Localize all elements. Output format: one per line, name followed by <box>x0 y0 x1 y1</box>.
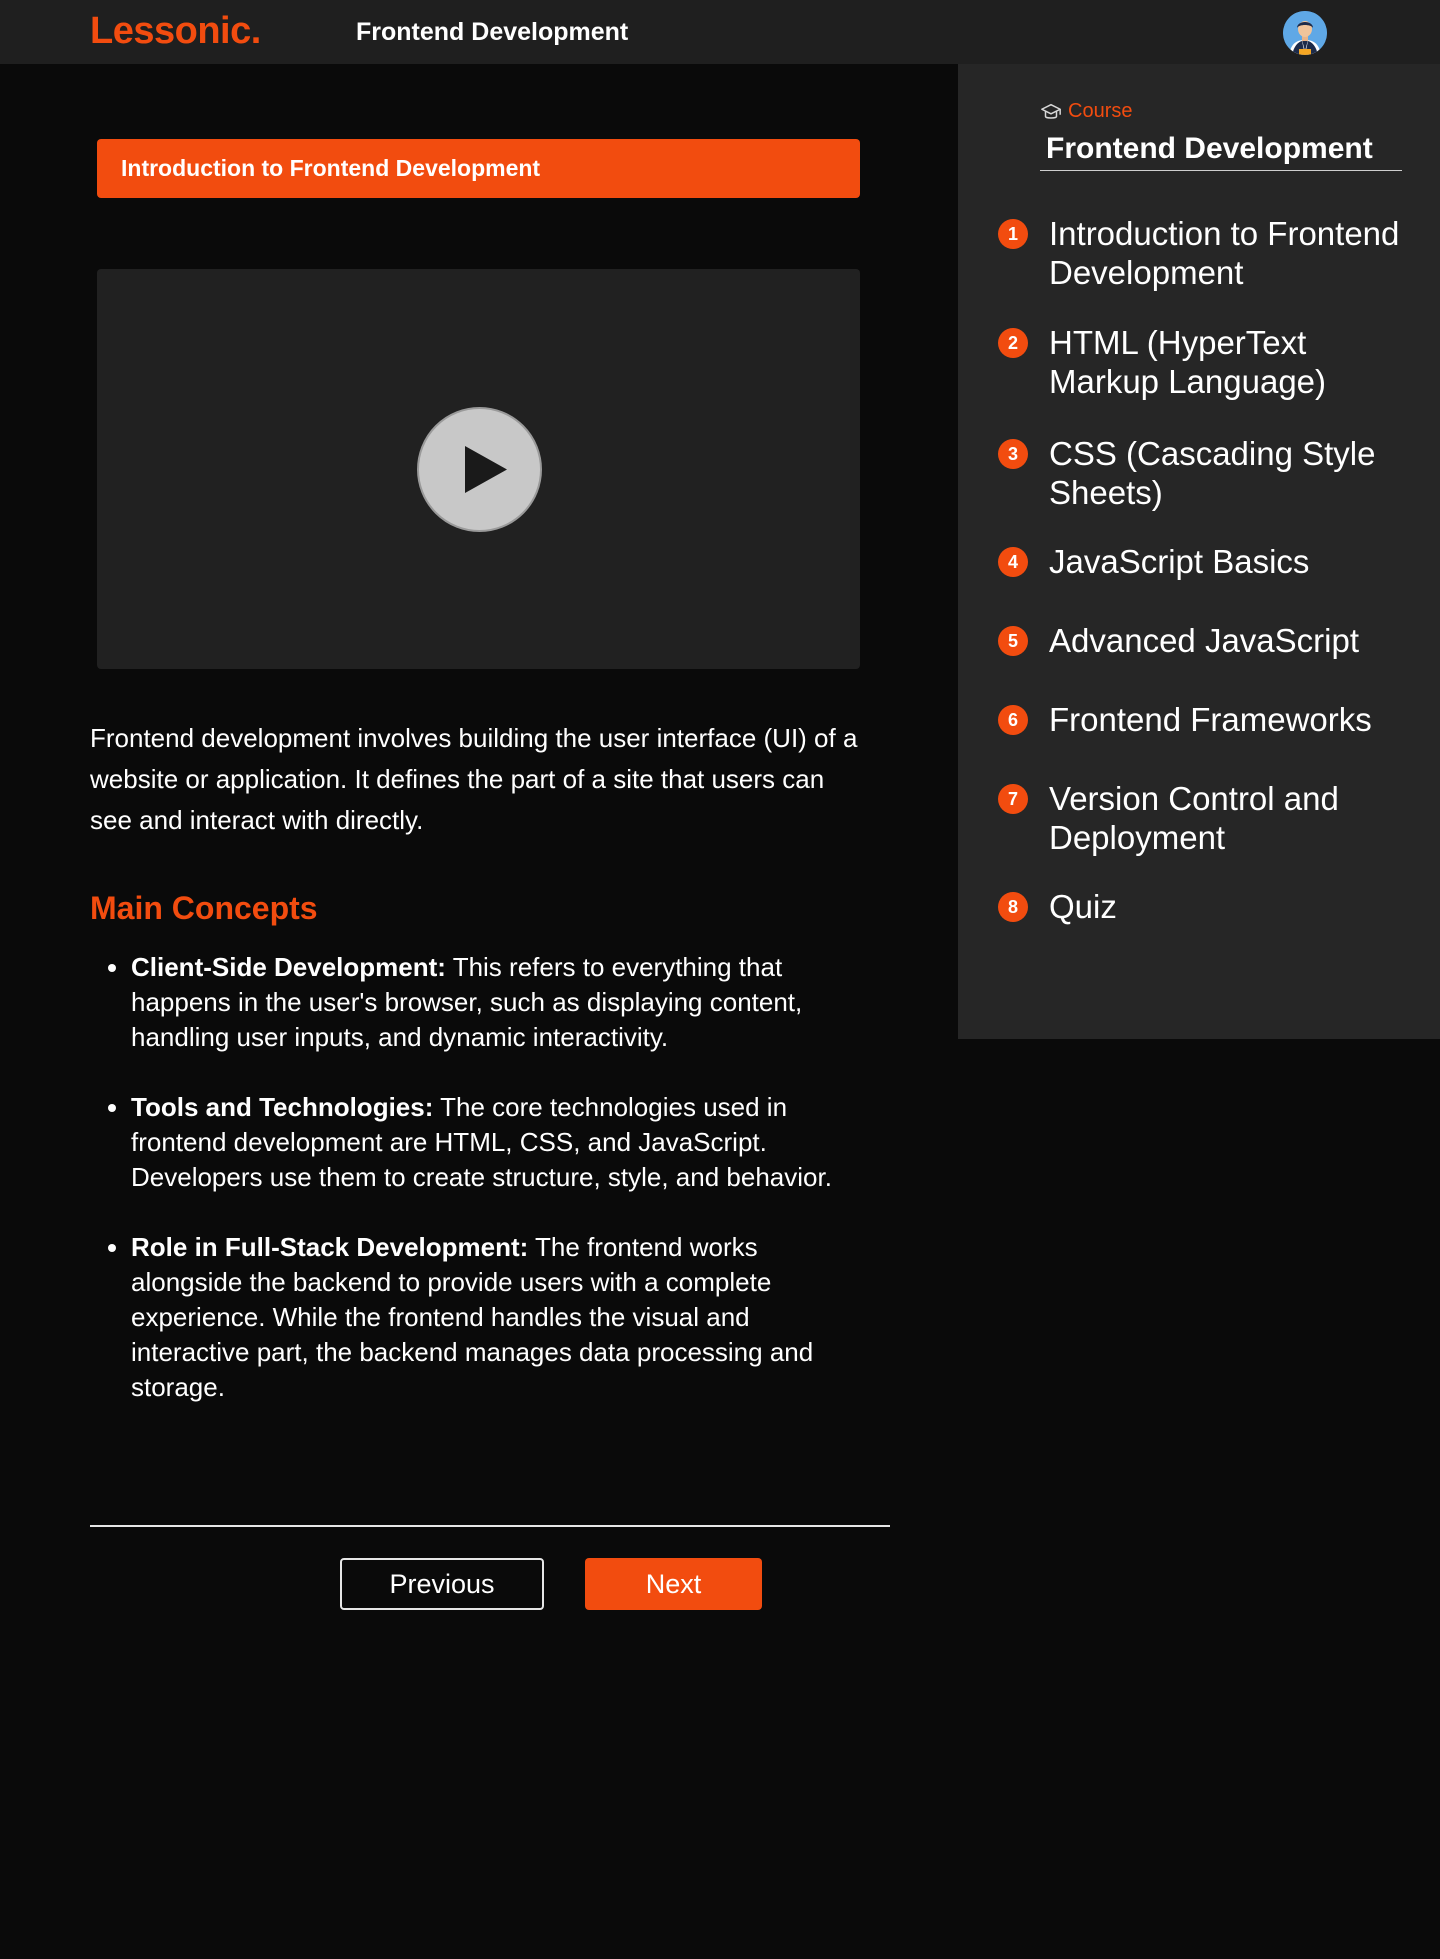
sidebar-item-label: CSS (Cascading Style Sheets) <box>1049 435 1376 511</box>
user-avatar-icon[interactable] <box>1283 11 1327 55</box>
next-button[interactable]: Next <box>585 1558 762 1610</box>
logo[interactable]: Lessonic. <box>90 10 261 53</box>
lesson-number-badge: 7 <box>998 784 1028 814</box>
sidebar-item-label: JavaScript Basics <box>1049 543 1310 580</box>
list-item: Role in Full-Stack Development: The fron… <box>131 1230 860 1405</box>
lesson-number-badge: 6 <box>998 705 1028 735</box>
lesson-number-badge: 4 <box>998 547 1028 577</box>
sidebar-item-introduction[interactable]: 1 Introduction to Frontend Development <box>998 214 1409 292</box>
concepts-list: Client-Side Development: This refers to … <box>90 950 860 1440</box>
sidebar-item-advanced-javascript[interactable]: 5 Advanced JavaScript <box>998 621 1409 660</box>
video-player[interactable] <box>97 269 860 669</box>
sidebar-item-css[interactable]: 3 CSS (Cascading Style Sheets) <box>998 434 1409 512</box>
play-icon[interactable] <box>417 407 542 532</box>
sidebar-item-label: Advanced JavaScript <box>1049 622 1360 659</box>
lesson-number-badge: 8 <box>998 892 1028 922</box>
course-tag-label: Course <box>1068 100 1133 122</box>
lesson-number-badge: 1 <box>998 219 1028 249</box>
top-bar: Lessonic. Frontend Development <box>0 0 1440 64</box>
lesson-number-badge: 2 <box>998 328 1028 358</box>
sidebar-item-label: Introduction to Frontend Development <box>1049 215 1400 291</box>
list-item: Tools and Technologies: The core technol… <box>131 1090 860 1195</box>
lesson-number-badge: 5 <box>998 626 1028 656</box>
sidebar-item-label: Frontend Frameworks <box>1049 701 1372 738</box>
concept-term: Tools and Technologies: <box>131 1092 434 1122</box>
lesson-title-banner: Introduction to Frontend Development <box>97 139 860 198</box>
page-title: Frontend Development <box>356 18 629 46</box>
previous-button[interactable]: Previous <box>340 1558 544 1610</box>
course-title: Frontend Development <box>1040 132 1402 171</box>
sidebar-item-label: Quiz <box>1049 888 1117 925</box>
list-item: Client-Side Development: This refers to … <box>131 950 860 1055</box>
graduation-cap-icon <box>1041 103 1061 119</box>
concept-term: Client-Side Development: <box>131 952 446 982</box>
sidebar-item-quiz[interactable]: 8 Quiz <box>998 887 1409 926</box>
sidebar-item-version-control[interactable]: 7 Version Control and Deployment <box>998 779 1409 857</box>
sidebar-item-html[interactable]: 2 HTML (HyperText Markup Language) <box>998 323 1409 401</box>
lesson-number-badge: 3 <box>998 439 1028 469</box>
sidebar-item-frontend-frameworks[interactable]: 6 Frontend Frameworks <box>998 700 1409 739</box>
divider <box>90 1525 890 1527</box>
course-tag: Course <box>1040 100 1132 123</box>
lesson-intro-text: Frontend development involves building t… <box>90 723 858 835</box>
sidebar-item-javascript-basics[interactable]: 4 JavaScript Basics <box>998 542 1409 581</box>
sidebar-item-label: HTML (HyperText Markup Language) <box>1049 324 1327 400</box>
course-sidebar: Course Frontend Development 1 Introducti… <box>958 64 1440 1039</box>
sidebar-item-label: Version Control and Deployment <box>1049 780 1349 856</box>
concept-term: Role in Full-Stack Development: <box>131 1232 529 1262</box>
section-heading: Main Concepts <box>90 890 318 926</box>
